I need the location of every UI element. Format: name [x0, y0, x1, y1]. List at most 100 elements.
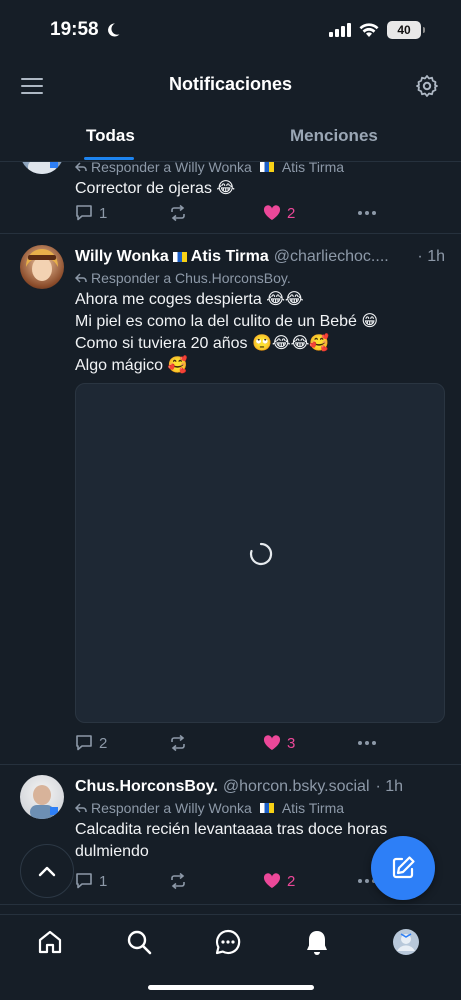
- post-actions: 2 3: [75, 732, 385, 754]
- post-actions: 1 2: [75, 870, 385, 892]
- post-actions: 1 2: [75, 202, 385, 224]
- nav-profile[interactable]: [392, 928, 420, 956]
- reply-context[interactable]: Responder a Willy Wonka Atis Tirma: [75, 800, 445, 816]
- status-time: 19:58: [50, 19, 99, 40]
- heart-icon: [263, 205, 281, 220]
- active-tab-indicator: [84, 157, 134, 160]
- reply-to-suffix: Atis Tirma: [281, 800, 345, 816]
- repost-button[interactable]: [169, 204, 187, 222]
- wifi-icon: [359, 22, 379, 37]
- heart-icon: [263, 873, 281, 888]
- repost-button[interactable]: [169, 872, 187, 890]
- battery-level: 40: [397, 23, 411, 37]
- like-count: 2: [287, 872, 296, 890]
- reply-button[interactable]: 1: [75, 872, 107, 890]
- repost-button[interactable]: [169, 734, 187, 752]
- avatar[interactable]: [20, 775, 64, 819]
- bell-icon: [307, 931, 327, 955]
- notification-feed[interactable]: Responder a Willy Wonka Atis Tirma Corre…: [0, 162, 461, 914]
- more-options-button[interactable]: [357, 210, 377, 216]
- reply-to-suffix: Atis Tirma: [281, 162, 345, 175]
- tab-mentions[interactable]: Menciones: [290, 126, 378, 146]
- compose-icon: [392, 856, 415, 879]
- settings-button[interactable]: [415, 74, 439, 98]
- reply-icon: [76, 205, 92, 221]
- chat-icon: [215, 929, 241, 955]
- author-line: Willy Wonka Atis Tirma @charliechoc.... ·…: [75, 247, 445, 267]
- repost-icon: [171, 204, 185, 222]
- canary-flag-icon: [259, 803, 274, 813]
- post-text-line: Algo mágico 🥰: [75, 357, 188, 374]
- reply-context[interactable]: Responder a Chus.HorconsBoy.: [75, 270, 445, 286]
- loading-spinner-icon: [249, 542, 273, 566]
- author-name[interactable]: Chus.HorconsBoy.: [75, 777, 218, 797]
- moon-icon: [107, 23, 120, 37]
- canary-flag-icon: [259, 162, 274, 172]
- heart-icon: [263, 735, 281, 750]
- author-handle[interactable]: @horcon.bsky.social: [223, 777, 370, 797]
- post-time: · 1h: [375, 778, 404, 795]
- tab-bar: Todas Menciones: [0, 112, 461, 162]
- tab-all[interactable]: Todas: [86, 126, 135, 146]
- author-name[interactable]: Willy Wonka Atis Tirma: [75, 247, 269, 267]
- like-count: 2: [287, 204, 296, 222]
- post-text: Corrector de ojeras 😂: [75, 180, 236, 197]
- nav-home[interactable]: [36, 928, 64, 956]
- search-icon: [127, 930, 152, 955]
- reply-context[interactable]: Responder a Willy Wonka Atis Tirma: [75, 162, 445, 175]
- post-text-line: Ahora me coges despierta 😂😂: [75, 291, 304, 308]
- nav-search[interactable]: [125, 928, 153, 956]
- avatar-image: [30, 785, 58, 819]
- more-icon: [358, 741, 376, 745]
- reply-icon: [76, 735, 92, 751]
- author-name-suffix: Atis Tirma: [190, 248, 269, 265]
- author-name-text: Willy Wonka: [75, 248, 169, 265]
- reply-arrow-icon: [75, 803, 87, 813]
- like-count: 3: [287, 734, 296, 752]
- media-embed[interactable]: [75, 383, 445, 723]
- avatar[interactable]: [20, 245, 64, 289]
- canary-flag-icon: [172, 252, 187, 262]
- reply-to-label: Responder a Chus.HorconsBoy.: [91, 270, 291, 286]
- more-icon: [358, 211, 376, 215]
- author-line: Chus.HorconsBoy. @horcon.bsky.social · 1…: [75, 777, 445, 797]
- nav-chat[interactable]: [214, 928, 242, 956]
- reply-button[interactable]: 2: [75, 734, 107, 752]
- post-text-line: Como si tuviera 20 años 🙄😂😂🥰: [75, 335, 330, 352]
- post-text-line: Mi piel es como la del culito de un Bebé…: [75, 313, 379, 330]
- reply-count: 2: [99, 734, 108, 752]
- author-handle[interactable]: @charliechoc....: [274, 247, 389, 267]
- status-time-group: 19:58: [50, 19, 121, 41]
- reply-button[interactable]: 1: [75, 204, 107, 222]
- reply-arrow-icon: [75, 162, 87, 172]
- page-title: Notificaciones: [168, 74, 293, 94]
- list-item[interactable]: Willy Wonka Atis Tirma @charliechoc.... ·…: [0, 235, 461, 765]
- reply-arrow-icon: [75, 273, 87, 283]
- repost-icon: [171, 734, 185, 752]
- home-indicator: [148, 985, 314, 990]
- scroll-to-top-button[interactable]: [20, 844, 74, 898]
- cellular-signal-icon: [329, 23, 351, 37]
- more-options-button[interactable]: [357, 740, 377, 746]
- like-button[interactable]: 2: [263, 205, 295, 222]
- reply-icon: [76, 873, 92, 889]
- reply-count: 1: [99, 872, 108, 890]
- reply-to-label: Responder a Willy Wonka: [91, 800, 252, 816]
- post-text: Ahora me coges despierta 😂😂 Mi piel es c…: [75, 289, 445, 377]
- reply-to-label: Responder a Willy Wonka: [91, 162, 252, 175]
- avatar-image: [26, 249, 58, 281]
- like-button[interactable]: 2: [263, 873, 295, 890]
- avatar-image: [28, 162, 58, 174]
- repost-icon: [171, 872, 185, 890]
- status-bar: 19:58 40: [0, 0, 461, 62]
- list-item[interactable]: Responder a Willy Wonka Atis Tirma Corre…: [0, 162, 461, 234]
- header: Notificaciones: [0, 62, 461, 110]
- like-button[interactable]: 3: [263, 735, 295, 752]
- home-icon: [38, 930, 62, 954]
- nav-notifications[interactable]: [303, 928, 331, 956]
- reply-count: 1: [99, 204, 108, 222]
- compose-button[interactable]: [371, 836, 435, 900]
- chevron-up-icon: [38, 866, 56, 877]
- battery-indicator: 40: [387, 21, 425, 39]
- avatar[interactable]: [20, 162, 64, 174]
